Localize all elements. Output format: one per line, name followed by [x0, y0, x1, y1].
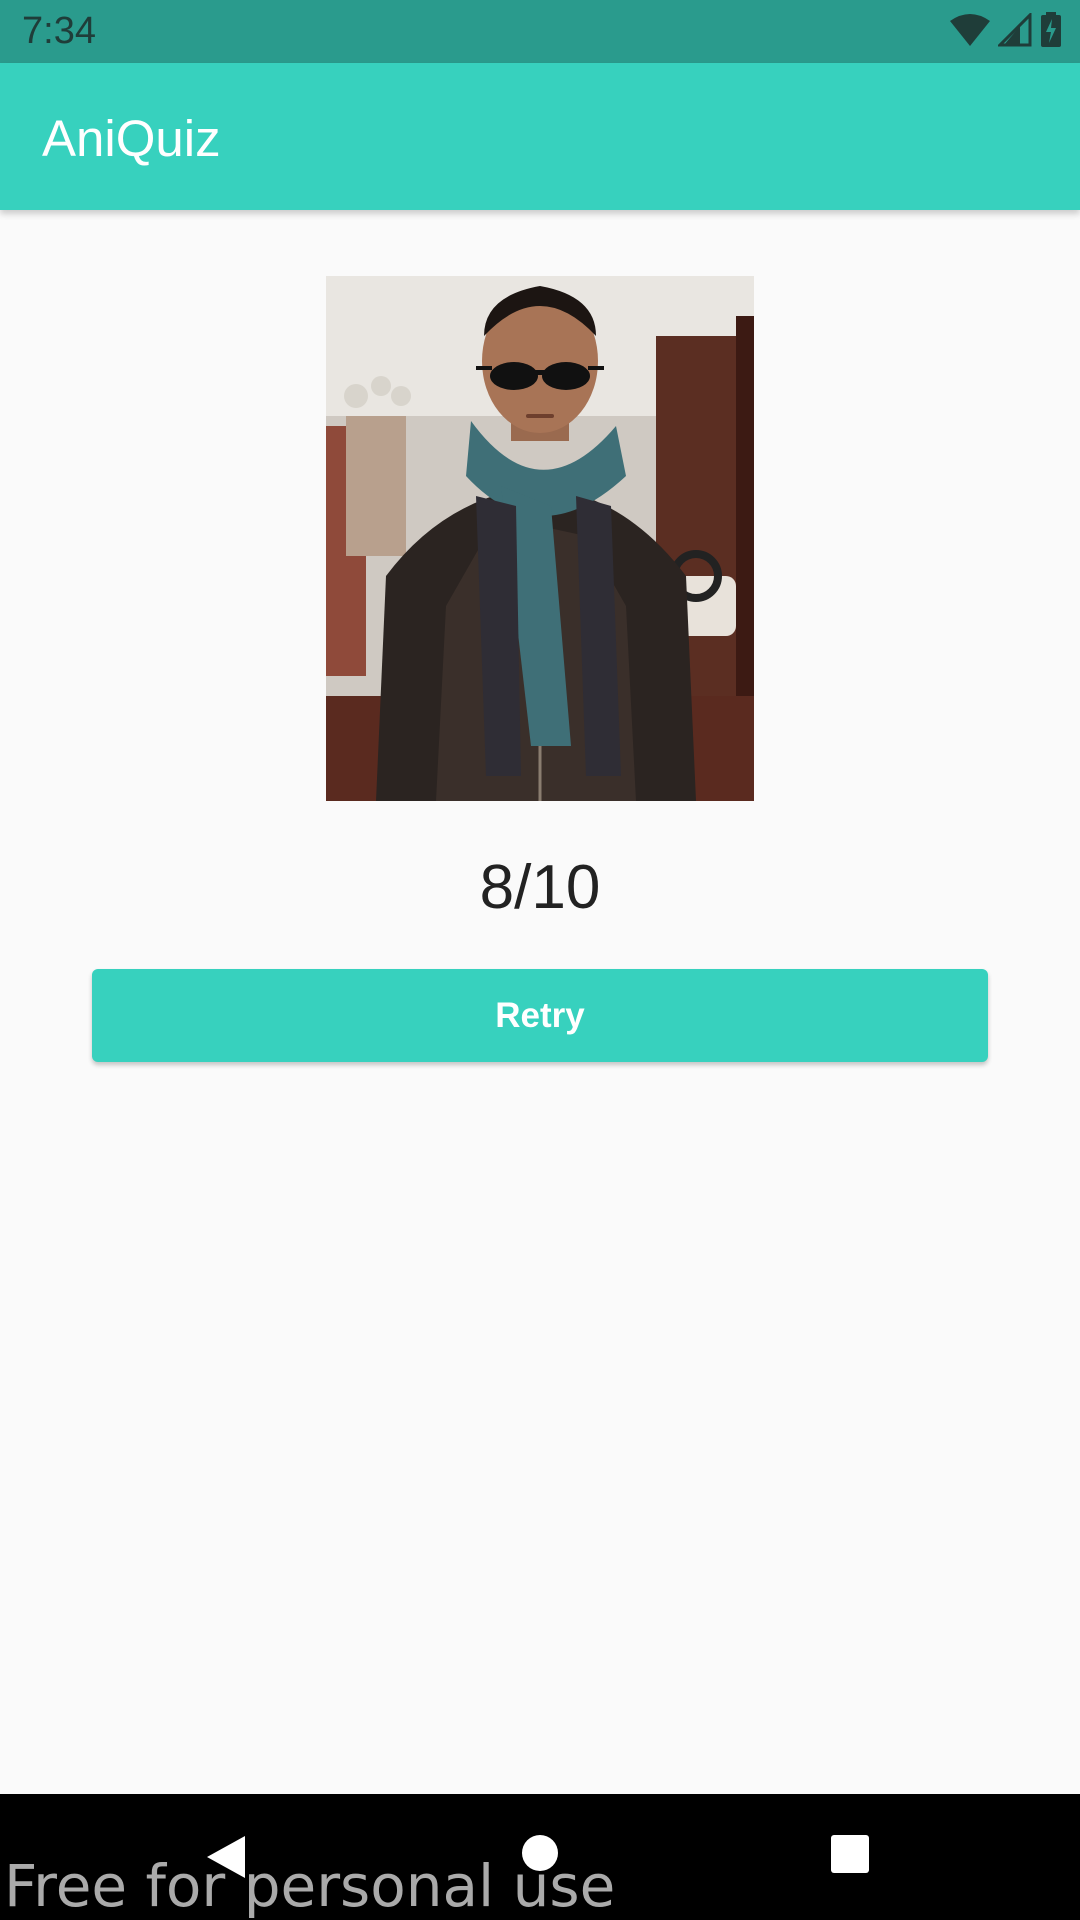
screen: 7:34 AniQuiz 8/10 Retry Free for persona… [0, 0, 1080, 1920]
result-photo [326, 276, 754, 801]
score-text: 8/10 [479, 853, 601, 922]
recents-icon[interactable] [830, 1834, 870, 1879]
navigation-bar [0, 1794, 1080, 1920]
status-bar: 7:34 [0, 0, 1080, 63]
retry-button[interactable]: Retry [92, 969, 988, 1062]
home-icon[interactable] [521, 1834, 559, 1877]
wifi-icon [950, 13, 990, 52]
battery-charging-icon [1040, 11, 1062, 53]
app-bar: AniQuiz [0, 63, 1080, 210]
cellular-signal-icon [996, 10, 1032, 52]
back-icon[interactable] [205, 1834, 247, 1885]
app-title: AniQuiz [42, 110, 221, 167]
status-time: 7:34 [22, 10, 96, 52]
status-icons [950, 10, 1062, 53]
